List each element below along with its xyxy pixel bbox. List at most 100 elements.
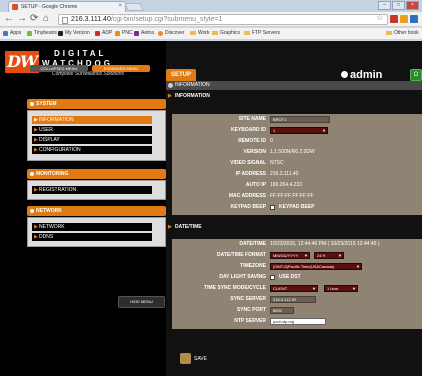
tab-title: SETUP - Google Chrome: [21, 4, 78, 10]
use-dst-checkbox[interactable]: [270, 275, 275, 280]
minimize-button[interactable]: –: [378, 1, 391, 10]
chevron-down-icon: ▼: [322, 128, 326, 133]
title-bar: SETUP - Google Chrome × – □ ×: [0, 0, 422, 12]
ntp-server-field[interactable]: pool.ntp.org: [270, 318, 326, 325]
address-bar[interactable]: 216.3.111.40/cgi-bin/setup.cgi?submenu_s…: [58, 14, 388, 25]
home-icon[interactable]: ⌂: [43, 14, 49, 24]
row-datetime: DATE/TIME 10/23/2015, 12:44:46 PM ( 10/2…: [239, 241, 380, 247]
tinybeans-icon: [27, 30, 32, 36]
bookmarks-bar: Apps Tinybeans My Verizon ADP PNC Aetna …: [0, 28, 422, 40]
row-datetime-format: DATE/TIME FORMAT MM/DD/YYYY ▼ 24 H ▼: [217, 252, 344, 259]
keyboard-id-select[interactable]: 1 ▼: [270, 127, 328, 134]
bullet-icon: [30, 209, 34, 213]
pnc-icon: [115, 30, 120, 36]
site-name-field[interactable]: BROT1: [270, 116, 330, 123]
sidebar-item-registration[interactable]: ▶ REGISTRATION: [32, 186, 152, 194]
bookmark-work[interactable]: Work: [190, 30, 210, 36]
bookmark-discover[interactable]: Discover: [158, 30, 184, 36]
row-auto-ip: AUTO IP 169.254.4.233: [245, 182, 302, 188]
section-system[interactable]: SYSTEM: [27, 99, 166, 109]
collapsed-menu-tab[interactable]: COLLAPSED MENU: [30, 65, 88, 72]
bookmark-star-icon[interactable]: ☆: [376, 13, 383, 22]
row-version: VERSION 1.1.500N/R6.2.0DW: [243, 149, 315, 155]
row-site-name: SITE NAME BROT1: [172, 114, 422, 125]
bookmark-pnc[interactable]: PNC: [115, 30, 133, 36]
row-mac-address: MAC ADDRESS FF:FF:FF:FF:FF:FF: [228, 193, 314, 199]
chevron-down-icon: ▼: [356, 264, 360, 269]
chevron-down-icon: ▼: [338, 253, 342, 258]
bookmark-tinybeans[interactable]: Tinybeans: [27, 30, 57, 36]
sync-cycle-select[interactable]: 1 hour ▼: [324, 285, 358, 292]
section-monitoring[interactable]: MONITORING: [27, 169, 166, 179]
chevron-down-icon: ▼: [304, 253, 308, 258]
bookmark-verizon[interactable]: My Verizon: [58, 30, 90, 36]
web-page: DW DIGITAL WATCHDOG Complete Surveillanc…: [0, 41, 422, 376]
row-time-sync: TIME SYNC MODE/CYCLE CLIENT ▼ 1 hour ▼: [204, 285, 358, 292]
bookmark-other[interactable]: Other book: [386, 30, 419, 36]
forward-icon[interactable]: →: [17, 14, 27, 24]
sidebar-item-information[interactable]: ▶ INFORMATION: [32, 116, 152, 124]
back-icon[interactable]: ←: [4, 14, 14, 24]
row-timezone: TIMEZONE (GMT-8)Pacific Time(US&Canada) ▼: [240, 263, 362, 270]
extension-icon[interactable]: [400, 15, 408, 23]
information-heading: ▶ INFORMATION: [166, 90, 422, 102]
bookmark-ftp-servers[interactable]: FTP Servers: [244, 30, 280, 36]
window-controls: – □ ×: [377, 1, 419, 10]
logo-line1: DIGITAL: [54, 49, 107, 58]
hide-menu-button[interactable]: HIDE MENU: [118, 296, 165, 308]
sync-mode-select[interactable]: CLIENT ▼: [270, 285, 318, 292]
triangle-icon: ▶: [168, 224, 172, 230]
bookmark-apps[interactable]: Apps: [3, 30, 21, 36]
sidebar-item-user[interactable]: ▶ USER: [32, 126, 152, 134]
user-display: admin: [341, 69, 382, 81]
verizon-icon: [58, 30, 63, 36]
sidebar-item-display[interactable]: ▶ DISPLAY: [32, 136, 152, 144]
url-text: 216.3.111.40/cgi-bin/setup.cgi?submenu_s…: [71, 16, 223, 23]
apps-icon: [3, 30, 8, 36]
setup-tab[interactable]: SETUP: [166, 69, 196, 81]
expanded-menu-tab[interactable]: EXPANDED MENU: [92, 65, 150, 72]
new-tab-button[interactable]: [124, 3, 144, 11]
sidebar-item-network[interactable]: ▶ NETWORK: [32, 223, 152, 231]
sidebar-item-configuration[interactable]: ▶ CONFIGURATION: [32, 146, 152, 154]
triangle-icon: ▶: [168, 93, 172, 99]
extension-icon[interactable]: [390, 15, 398, 23]
bookmark-aetna[interactable]: Aetna: [134, 30, 154, 36]
close-tab-icon[interactable]: ×: [118, 3, 122, 9]
section-network[interactable]: NETWORK: [27, 206, 166, 216]
timezone-select[interactable]: (GMT-8)Pacific Time(US&Canada) ▼: [270, 263, 362, 270]
sync-server-field[interactable]: 216.3.111.39: [270, 296, 316, 303]
aetna-icon: [134, 30, 139, 36]
folder-icon: [386, 31, 392, 35]
date-format-select[interactable]: MM/DD/YYYY ▼: [270, 252, 310, 259]
row-daylight-saving: DAY LIGHT SAVING USE DST: [219, 274, 301, 280]
folder-icon: [212, 31, 218, 35]
save-icon: [180, 353, 191, 364]
bookmark-graphics[interactable]: Graphics: [212, 30, 240, 36]
logo-area: DW DIGITAL WATCHDOG Complete Surveillanc…: [0, 41, 165, 80]
keypad-beep-checkbox[interactable]: [270, 205, 275, 210]
save-button[interactable]: SAVE: [180, 352, 208, 366]
reload-icon[interactable]: ⟳: [30, 14, 38, 24]
sync-port-field[interactable]: 8002: [270, 307, 294, 314]
sidebar-item-ddns[interactable]: ▶ DDNS: [32, 233, 152, 241]
page-icon: [62, 17, 68, 24]
row-video-signal: VIDEO SIGNAL NTSC: [230, 160, 284, 166]
monitoring-items: ▶ REGISTRATION: [27, 180, 166, 200]
maximize-button[interactable]: □: [392, 1, 405, 10]
information-panel: SITE NAME BROT1 KEYBOARD ID 1 ▼ REMOTE ID…: [172, 114, 422, 215]
browser-tab[interactable]: SETUP - Google Chrome ×: [8, 1, 126, 12]
bullet-icon: [30, 172, 34, 176]
sidebar: SYSTEM ▶ INFORMATION ▶ USER ▶ DISPLAY ▶ CONF…: [27, 81, 166, 376]
extension-icon[interactable]: [410, 15, 418, 23]
row-sync-port: SYNC PORT 8002: [172, 305, 422, 316]
logout-button[interactable]: O: [410, 69, 422, 81]
datetime-heading: ▶ DATE/TIME: [166, 221, 422, 233]
close-window-button[interactable]: ×: [406, 1, 419, 10]
time-format-select[interactable]: 24 H ▼: [314, 252, 344, 259]
breadcrumb: INFORMATION: [166, 81, 422, 90]
system-items: ▶ INFORMATION ▶ USER ▶ DISPLAY ▶ CONFIGURATI…: [27, 110, 166, 161]
bookmark-adp[interactable]: ADP: [95, 30, 112, 36]
network-items: ▶ NETWORK ▶ DDNS: [27, 217, 166, 247]
user-icon: [341, 71, 348, 78]
